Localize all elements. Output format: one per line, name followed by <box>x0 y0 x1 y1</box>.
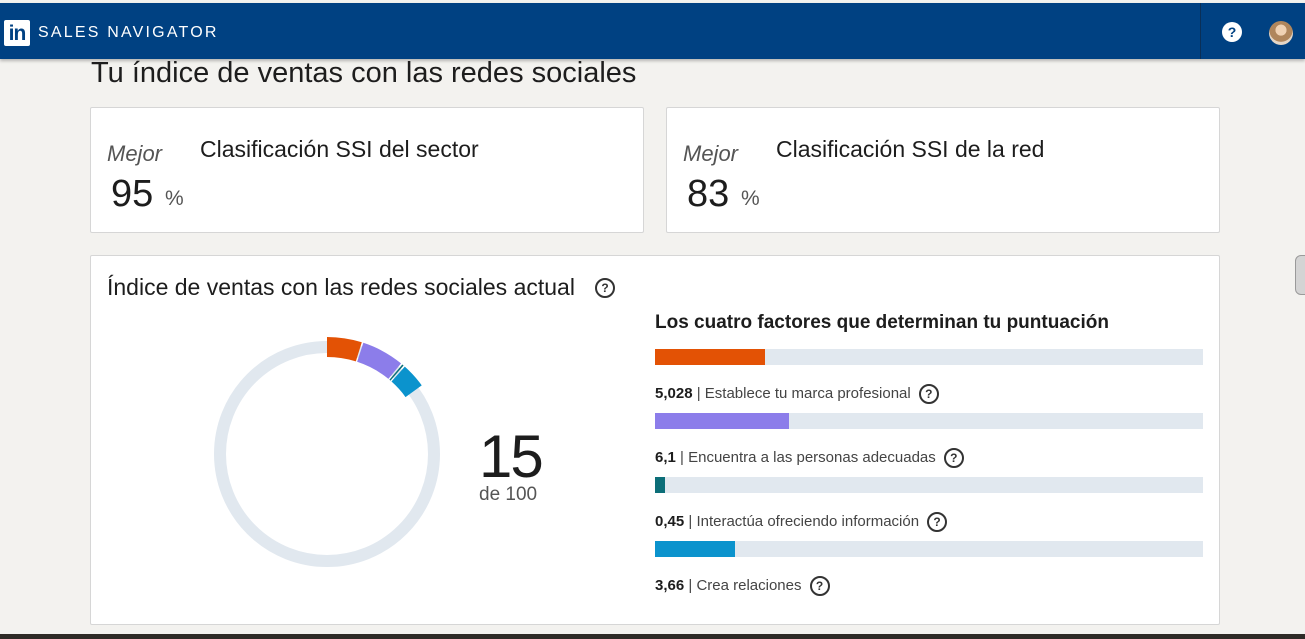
ssi-score-max: de 100 <box>479 484 538 505</box>
factor-value: 5,028 <box>655 384 693 402</box>
factor-bar-fill <box>655 477 665 493</box>
ssi-score: 15 <box>479 423 544 490</box>
brand-name[interactable]: SALES NAVIGATOR <box>38 24 219 42</box>
info-icon[interactable]: ? <box>918 384 939 404</box>
factor-bar <box>655 477 1203 493</box>
info-icon[interactable]: ? <box>927 512 948 532</box>
factor-value: 3,66 <box>655 576 685 594</box>
ssi-title: Índice de ventas con las redes sociales … <box>107 274 575 300</box>
factors-title: Los cuatro factores que determinan tu pu… <box>655 312 1109 333</box>
linkedin-logo[interactable]: in <box>4 20 30 46</box>
factor-bar-fill <box>655 541 736 557</box>
rank-unit: % <box>165 187 184 210</box>
page-title: Tu índice de ventas con las redes social… <box>91 57 637 89</box>
rank-title: Clasificación SSI del sector <box>200 136 479 162</box>
factor-value: 6,1 <box>655 448 676 466</box>
avatar[interactable] <box>1269 21 1293 45</box>
help-icon[interactable]: ? <box>1222 22 1242 42</box>
info-icon[interactable]: ? <box>809 576 830 596</box>
rank-value: 83 <box>687 173 730 215</box>
ssi-donut-chart <box>214 337 440 567</box>
factor-bar <box>655 541 1203 557</box>
factor-caption: 0,45 | Interactúa ofreciendo información… <box>655 512 1203 532</box>
network-rank-card: Mejor Clasificación SSI de la red 83 % <box>666 107 1220 233</box>
factor-caption: 5,028 | Establece tu marca profesional? <box>655 384 1203 404</box>
factor-label: Crea relaciones <box>696 576 802 594</box>
rank-qualifier: Mejor <box>683 141 739 166</box>
rank-value: 95 <box>111 173 154 215</box>
scrollbar-thumb[interactable] <box>1295 255 1305 295</box>
factor-bar <box>655 349 1203 365</box>
rank-title: Clasificación SSI de la red <box>776 136 1045 162</box>
factor-brand: 5,028 | Establece tu marca profesional? <box>655 349 1203 404</box>
factor-label: Encuentra a las personas adecuadas <box>688 448 936 466</box>
factor-bar-fill <box>655 413 789 429</box>
top-navigation-bar: in SALES NAVIGATOR ? <box>0 3 1305 59</box>
factor-label: Interactúa ofreciendo información <box>696 512 920 530</box>
ssi-card: Índice de ventas con las redes sociales … <box>90 255 1220 625</box>
donut-segment <box>389 364 404 381</box>
factor-bar-fill <box>655 349 766 365</box>
info-icon[interactable]: ? <box>943 448 964 468</box>
rank-qualifier: Mejor <box>107 141 163 166</box>
factor-label: Establece tu marca profesional <box>704 384 911 402</box>
factor-value: 0,45 <box>655 512 685 530</box>
factor-insights: 0,45 | Interactúa ofreciendo información… <box>655 477 1203 532</box>
factor-caption: 6,1 | Encuentra a las personas adecuadas… <box>655 448 1203 468</box>
factor-caption: 3,66 | Crea relaciones? <box>655 576 1203 596</box>
rank-unit: % <box>741 187 760 210</box>
nav-divider <box>1200 3 1201 59</box>
window-bottom-edge <box>0 634 1305 639</box>
factor-relationships: 3,66 | Crea relaciones? <box>655 541 1203 596</box>
factor-bar <box>655 413 1203 429</box>
donut-segment <box>356 342 402 380</box>
sector-rank-card: Mejor Clasificación SSI del sector 95 % <box>90 107 644 233</box>
factor-people: 6,1 | Encuentra a las personas adecuadas… <box>655 413 1203 468</box>
donut-segment <box>326 337 362 362</box>
info-icon[interactable]: ? <box>595 278 615 298</box>
donut-segment <box>391 366 422 398</box>
